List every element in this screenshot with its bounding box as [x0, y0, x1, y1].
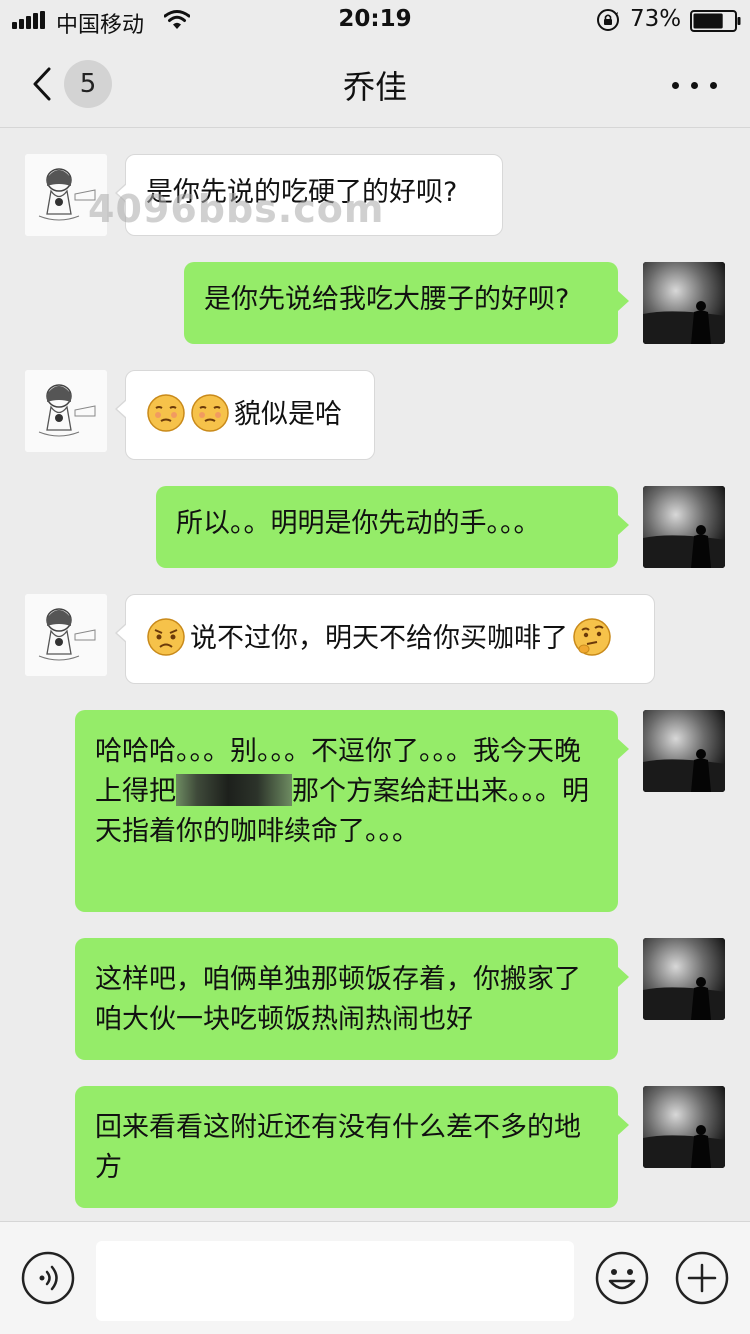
voice-input-icon[interactable]	[21, 1251, 75, 1305]
silhouette-avatar-icon	[643, 1086, 725, 1168]
redaction-block	[176, 774, 292, 806]
message-bubble-outgoing[interactable]: 哈哈哈。。。别。。。不逗你了。。。我今天晚上得把 那个方案给赶出来。。。明天指着你…	[75, 710, 629, 912]
battery-percentage: 73%	[630, 6, 682, 32]
my-avatar[interactable]	[643, 486, 725, 568]
message-composer	[0, 1221, 750, 1334]
message-text: 是你先说给我吃大腰子的好呗?	[204, 284, 570, 315]
silhouette-avatar-icon	[643, 262, 725, 344]
battery-icon	[690, 10, 741, 32]
message-bubble-outgoing[interactable]: 所以。。明明是你先动的手。。。	[156, 486, 629, 568]
thinking-face-emoji-icon	[573, 618, 611, 656]
message-bubble-incoming[interactable]: 说不过你，明天不给你买咖啡了	[115, 594, 655, 684]
smirk-face-emoji-icon	[147, 394, 185, 432]
rotation-lock-icon	[597, 9, 619, 31]
message-input[interactable]	[96, 1241, 574, 1321]
message-text: 这样吧，咱俩单独那顿饭存着，你搬家了咱大伙一块吃顿饭热闹热闹也好	[95, 964, 581, 1035]
pleading-face-emoji-icon	[147, 618, 185, 656]
message-text: 貌似是哈	[234, 399, 342, 430]
my-avatar[interactable]	[643, 710, 725, 792]
contact-avatar[interactable]	[25, 154, 107, 236]
message-bubble-incoming[interactable]: 是你先说的吃硬了的好呗?	[115, 154, 503, 236]
message-text: 是你先说的吃硬了的好呗?	[146, 177, 458, 208]
smirk-face-emoji-icon	[191, 394, 229, 432]
my-avatar[interactable]	[643, 1086, 725, 1168]
sketch-girl-avatar-icon	[25, 594, 107, 676]
message-content: 说不过你，明天不给你买咖啡了	[146, 617, 634, 657]
plus-icon[interactable]	[675, 1251, 729, 1305]
sketch-girl-avatar-icon	[25, 154, 107, 236]
message-bubble-outgoing[interactable]: 这样吧，咱俩单独那顿饭存着，你搬家了咱大伙一块吃顿饭热闹热闹也好	[75, 938, 629, 1060]
my-avatar[interactable]	[643, 938, 725, 1020]
status-bar: 中国移动 20:19 73%	[0, 0, 750, 40]
message-list[interactable]: 是你先说的吃硬了的好呗? 4096bbs.com 是你先说给我吃大腰子的好呗?	[0, 129, 750, 1221]
message-text: 回来看看这附近还有没有什么差不多的地方	[95, 1112, 581, 1183]
silhouette-avatar-icon	[643, 710, 725, 792]
contact-avatar[interactable]	[25, 594, 107, 676]
chat-header: 5 乔佳	[0, 40, 750, 128]
sketch-girl-avatar-icon	[25, 370, 107, 452]
message-text: 所以。。明明是你先动的手。。。	[176, 508, 541, 539]
message-content: 哈哈哈。。。别。。。不逗你了。。。我今天晚上得把 那个方案给赶出来。。。明天指着你…	[95, 732, 598, 852]
message-bubble-outgoing[interactable]: 回来看看这附近还有没有什么差不多的地方	[75, 1086, 629, 1208]
message-bubble-incoming[interactable]: 貌似是哈	[115, 370, 375, 460]
my-avatar[interactable]	[643, 262, 725, 344]
chat-title: 乔佳	[342, 68, 407, 106]
message-text: 说不过你，明天不给你买咖啡了	[190, 623, 568, 654]
contact-avatar[interactable]	[25, 370, 107, 452]
emoji-face-icon[interactable]	[595, 1251, 649, 1305]
message-content: 貌似是哈	[146, 393, 354, 433]
silhouette-avatar-icon	[643, 938, 725, 1020]
silhouette-avatar-icon	[643, 486, 725, 568]
message-bubble-outgoing[interactable]: 是你先说给我吃大腰子的好呗?	[184, 262, 629, 344]
more-options-button[interactable]	[668, 66, 722, 102]
